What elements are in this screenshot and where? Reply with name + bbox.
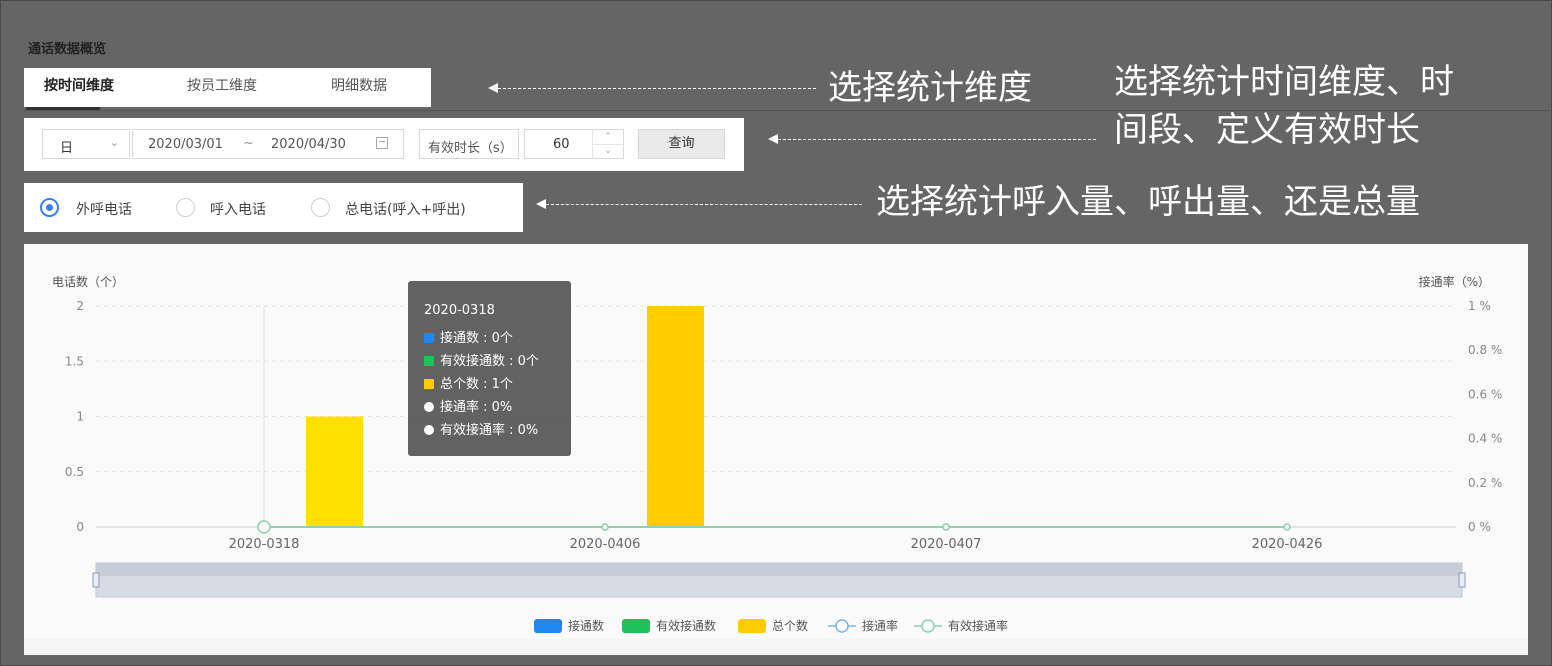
legend-label: 接通数 (568, 618, 604, 633)
tooltip-row: 有效接通率 : 0% (424, 419, 539, 438)
tooltip-row-text: 有效接通数 : 0个 (440, 354, 539, 369)
legend-label: 总个数 (772, 618, 808, 633)
left-tick-label: 0 (76, 520, 84, 534)
zoom-slider-fill (96, 563, 1462, 576)
zoom-handle-right-icon (1458, 572, 1466, 588)
right-tick-label: 0.2 % (1468, 476, 1502, 490)
right-tick-label: 0 % (1468, 520, 1491, 534)
tab-by-employee[interactable]: 按员工维度 (187, 68, 257, 104)
chevron-down-icon: ⌄ (109, 136, 119, 149)
legend-marker-icon (921, 619, 935, 633)
legend-label: 有效接通率 (948, 618, 1008, 633)
duration-input[interactable]: 60 ⌃ ⌄ (524, 129, 624, 159)
zoom-handle-left-icon (92, 572, 100, 588)
radio-outbound-label[interactable]: 外呼电话 (76, 199, 132, 219)
radio-circle-icon[interactable] (176, 198, 195, 217)
end-date[interactable]: 2020/04/30 (271, 137, 346, 152)
annotation-arrow-line (498, 88, 816, 89)
square-marker-icon (424, 332, 434, 343)
dot-marker-icon (424, 424, 434, 435)
annotation-filters-note-2: 间段、定义有效时长 (1114, 110, 1420, 150)
chart-panel: 电话数（个） 接通率（%） 0 0.5 1 1.5 2 0 % 0.2 % 0.4 % 0.6 % 0… (24, 244, 1528, 639)
right-tick-label: 0.6 % (1468, 387, 1502, 401)
tab-by-time[interactable]: 按时间维度 (44, 68, 114, 104)
tooltip-row: 有效接通数 : 0个 (424, 350, 539, 369)
x-tick-label: 2020-0407 (911, 537, 982, 552)
dimension-tabs: 按时间维度 按员工维度 明细数据 (24, 68, 431, 107)
left-tick-label: 0.5 (65, 465, 84, 479)
legend-marker-icon (835, 619, 849, 633)
left-tick-label: 1.5 (65, 354, 84, 368)
chart-svg: 电话数（个） 接通率（%） 0 0.5 1 1.5 2 0 % 0.2 % 0.4 % 0.6 % 0… (52, 274, 1502, 633)
annotation-filters-note-1: 选择统计时间维度、时 (1114, 62, 1454, 102)
square-marker-icon (424, 378, 434, 389)
rate-point (942, 523, 950, 531)
filter-bar: 日 ⌄ 2020/03/01 ~ 2020/04/30 有效时长（s） 60 ⌃… (24, 118, 744, 171)
left-axis-label: 电话数（个） (52, 274, 124, 289)
duration-value[interactable]: 60 (553, 137, 570, 152)
chart-tooltip: 2020-0318 接通数 : 0个有效接通数 : 0个 总个数 : 1个 接通率 … (408, 281, 571, 456)
x-tick-label: 2020-0426 (1252, 537, 1323, 552)
start-date[interactable]: 2020/03/01 (148, 137, 223, 152)
arrow-left-icon (536, 199, 546, 209)
radio-circle-icon[interactable] (311, 198, 330, 217)
granularity-select[interactable]: 日 ⌄ (42, 129, 130, 159)
annotation-radios-note: 选择统计呼入量、呼出量、还是总量 (876, 182, 1420, 222)
dot-marker-icon (424, 401, 434, 412)
rate-point (601, 523, 609, 531)
x-tick-label: 2020-0318 (229, 537, 300, 552)
chart-bottom-strip (24, 639, 1528, 655)
tooltip-row-text: 有效接通率 : 0% (440, 423, 539, 438)
annotation-tabs-note: 选择统计维度 (828, 68, 1032, 108)
legend-label: 有效接通数 (656, 618, 716, 633)
right-tick-label: 0.8 % (1468, 343, 1502, 357)
section-title: 通话数据概览 (28, 42, 107, 57)
tooltip-row: 接通数 : 0个 (424, 327, 513, 346)
arrow-left-icon (768, 134, 778, 144)
tooltip-row-text: 接通率 : 0% (440, 400, 513, 415)
bar-total (647, 306, 704, 527)
rate-point (1283, 523, 1291, 531)
range-separator: ~ (243, 136, 254, 151)
tooltip-row: 总个数 : 1个 (424, 373, 513, 392)
legend-swatch-icon (622, 619, 650, 633)
query-button[interactable]: 查询 (638, 129, 725, 159)
radio-total-label[interactable]: 总电话(呼入+呼出) (345, 199, 466, 219)
radio-circle-icon[interactable] (40, 198, 59, 217)
tab-detail-data[interactable]: 明细数据 (331, 68, 387, 104)
annotation-arrow-line (778, 139, 1096, 140)
arrow-left-icon (488, 83, 498, 93)
bar-total (306, 416, 363, 527)
stepper-down-icon[interactable]: ⌄ (593, 144, 623, 158)
duration-label-box: 有效时长（s） (419, 129, 519, 159)
x-tick-label: 2020-0406 (570, 537, 641, 552)
legend-label: 接通率 (862, 618, 898, 633)
tooltip-row: 接通率 : 0% (424, 396, 513, 415)
legend-swatch-icon (738, 619, 766, 633)
date-range-picker[interactable]: 2020/03/01 ~ 2020/04/30 (132, 129, 404, 159)
square-marker-icon (424, 355, 434, 366)
left-tick-label: 2 (76, 299, 84, 313)
annotation-arrow-line (546, 204, 862, 205)
legend-swatch-icon (534, 619, 562, 633)
right-tick-label: 0.4 % (1468, 432, 1502, 446)
radio-inbound-label[interactable]: 呼入电话 (210, 199, 266, 219)
granularity-value: 日 (60, 141, 74, 156)
tooltip-row-text: 接通数 : 0个 (440, 331, 513, 346)
rate-point (257, 520, 271, 534)
tooltip-row-text: 总个数 : 1个 (440, 377, 513, 392)
call-type-radio-group: 外呼电话 呼入电话 总电话(呼入+呼出) (24, 183, 523, 232)
duration-stepper[interactable]: ⌃ ⌄ (592, 130, 623, 158)
left-tick-label: 1 (76, 410, 84, 424)
duration-label: 有效时长（s） (428, 141, 513, 156)
tooltip-title: 2020-0318 (424, 303, 495, 318)
right-tick-label: 1 % (1468, 299, 1491, 313)
stepper-up-icon[interactable]: ⌃ (593, 130, 623, 145)
calendar-icon[interactable] (376, 137, 388, 149)
right-axis-label: 接通率（%） (1419, 274, 1490, 289)
